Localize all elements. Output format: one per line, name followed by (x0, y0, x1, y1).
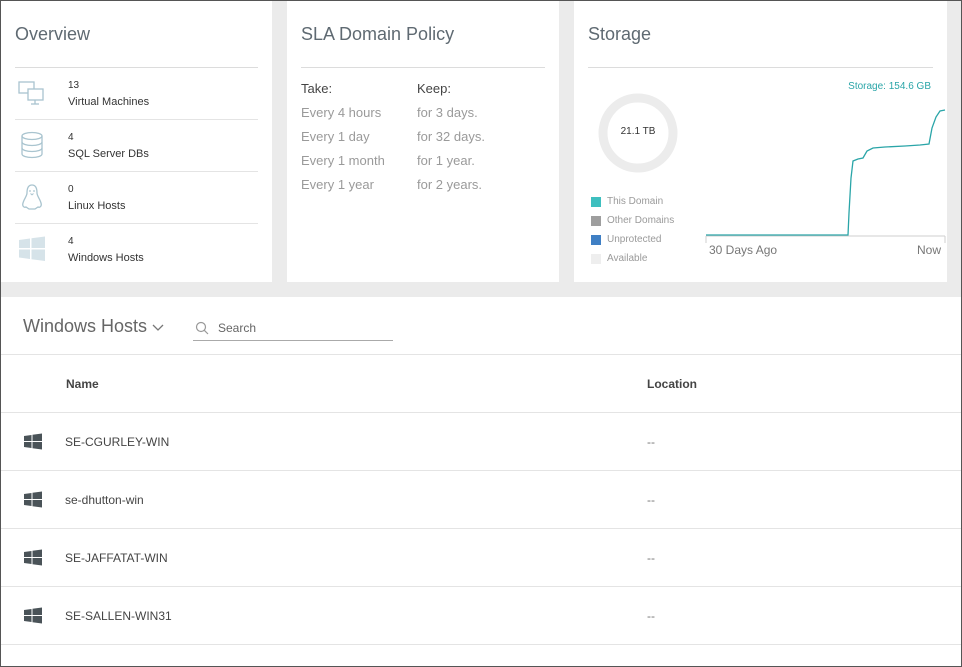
sla-take-header: Take: (301, 81, 333, 96)
legend-label: This Domain (607, 196, 664, 207)
overview-item-linux-hosts[interactable]: 0 Linux Hosts (15, 172, 258, 224)
legend-swatch (591, 196, 601, 207)
table-row[interactable]: se-dhutton-win -- (1, 471, 961, 529)
sla-take-column: Take: Every 4 hours Every 1 day Every 1 … (301, 81, 385, 201)
sla-take-item: Every 1 year (301, 177, 374, 192)
sla-take-item: Every 1 day (301, 129, 370, 144)
overview-item-virtual-machines[interactable]: 13 Virtual Machines (15, 68, 258, 120)
windows-icon (19, 236, 45, 261)
search-input[interactable] (218, 319, 388, 337)
legend-item-available: Available (591, 249, 674, 268)
legend-label: Other Domains (607, 215, 675, 226)
storage-usage-label: Storage: 154.6 GB (848, 81, 931, 92)
storage-divider (588, 67, 933, 68)
overview-label: Virtual Machines (68, 96, 150, 108)
table-row[interactable]: SE-JAFFATAT-WIN -- (1, 529, 961, 587)
sla-title: SLA Domain Policy (301, 24, 455, 44)
sla-keep-item: for 32 days. (417, 129, 485, 144)
overview-label: SQL Server DBs (68, 148, 149, 160)
windows-icon (24, 491, 42, 508)
host-location: -- (647, 551, 655, 565)
column-header-location[interactable]: Location (647, 377, 697, 391)
host-type-dropdown[interactable]: Windows Hosts (23, 316, 165, 337)
linux-penguin-icon (22, 184, 42, 210)
storage-legend: This Domain Other Domains Unprotected Av… (591, 192, 674, 268)
overview-count: 4 (68, 132, 74, 143)
sla-keep-item: for 1 year. (417, 153, 475, 168)
overview-count: 13 (68, 80, 80, 91)
legend-label: Available (607, 253, 648, 264)
sla-divider (301, 67, 545, 68)
windows-hosts-panel: Windows Hosts Name Location SE-CGURLEY-W… (1, 297, 961, 666)
host-name-link[interactable]: SE-JAFFATAT-WIN (65, 551, 168, 565)
legend-swatch (591, 234, 601, 245)
storage-trend-chart (705, 109, 946, 243)
table-row[interactable]: SE-SALLEN-WIN31 -- (1, 587, 961, 645)
legend-item-this-domain: This Domain (591, 192, 674, 211)
legend-item-other-domains: Other Domains (591, 211, 674, 230)
search-box (193, 317, 393, 341)
overview-item-windows-hosts[interactable]: 4 Windows Hosts (15, 224, 258, 276)
host-type-dropdown-label: Windows Hosts (23, 316, 148, 336)
legend-swatch (591, 215, 601, 226)
overview-card: Overview 13 Virtual Machines 4 SQL Serve… (1, 1, 272, 282)
chevron-down-icon (152, 324, 164, 331)
column-header-name[interactable]: Name (66, 377, 99, 391)
windows-icon (24, 549, 42, 566)
host-name-link[interactable]: SE-CGURLEY-WIN (65, 435, 169, 449)
host-location: -- (647, 435, 655, 449)
host-name-link[interactable]: SE-SALLEN-WIN31 (65, 609, 172, 623)
chart-x-end-label: Now (916, 243, 941, 257)
sla-domain-policy-card: SLA Domain Policy Take: Every 4 hours Ev… (287, 1, 559, 282)
windows-icon (24, 607, 42, 624)
legend-item-unprotected: Unprotected (591, 230, 674, 249)
legend-swatch (591, 253, 601, 264)
host-location: -- (647, 609, 655, 623)
monitors-icon (18, 81, 44, 105)
sla-keep-item: for 3 days. (417, 105, 478, 120)
chart-x-start-label: 30 Days Ago (709, 243, 778, 257)
storage-card: Storage 21.1 TB This Domain Other Domain… (574, 1, 947, 282)
sla-keep-item: for 2 years. (417, 177, 483, 192)
windows-icon (24, 433, 42, 450)
storage-title: Storage (588, 24, 652, 44)
overview-count: 0 (68, 184, 74, 195)
sla-keep-column: Keep: for 3 days. for 32 days. for 1 yea… (417, 81, 485, 201)
host-location: -- (647, 493, 655, 507)
storage-total: 21.1 TB (620, 126, 656, 137)
storage-trend-line (706, 109, 946, 236)
table-header: Name Location (1, 354, 961, 413)
overview-label: Linux Hosts (68, 200, 126, 212)
overview-item-sql-server-dbs[interactable]: 4 SQL Server DBs (15, 120, 258, 172)
overview-label: Windows Hosts (68, 252, 144, 264)
host-name-link[interactable]: se-dhutton-win (65, 493, 144, 507)
sla-keep-header: Keep: (417, 81, 451, 96)
database-icon (21, 131, 43, 159)
sla-take-item: Every 4 hours (301, 105, 382, 120)
sla-take-item: Every 1 month (301, 153, 385, 168)
search-icon (195, 321, 209, 335)
overview-count: 4 (68, 236, 74, 247)
legend-label: Unprotected (607, 234, 662, 245)
overview-title: Overview (15, 24, 91, 44)
table-row[interactable]: SE-CGURLEY-WIN -- (1, 413, 961, 471)
